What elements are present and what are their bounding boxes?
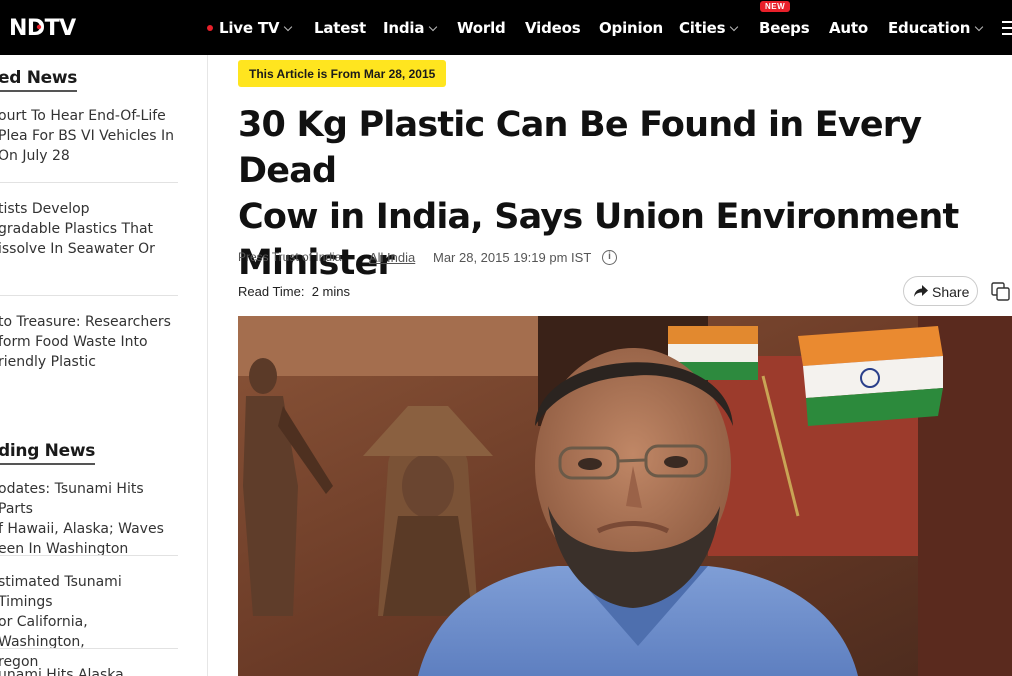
read-time-value: 2 mins: [311, 284, 351, 299]
nav-india[interactable]: India: [383, 19, 438, 37]
item-line: to Treasure: Researchers: [0, 314, 171, 330]
nav-label: Opinion: [599, 19, 664, 37]
nav-label: Auto: [829, 19, 868, 37]
related-news-item[interactable]: to Treasure: Researchers form Food Waste…: [0, 312, 178, 372]
trending-news-item[interactable]: stimated Tsunami Timings or California, …: [0, 572, 178, 672]
divider: [0, 555, 178, 556]
new-badge: NEW: [760, 1, 791, 12]
nav-beeps[interactable]: Beeps: [759, 19, 810, 37]
article-hero-image: [238, 316, 1012, 676]
headline-line: Minister: [238, 243, 395, 283]
trending-news-item[interactable]: unami Hits Alaska: [0, 665, 178, 676]
copy-icon[interactable]: [991, 282, 1011, 302]
item-line: On July 28: [0, 148, 70, 164]
nav-cities[interactable]: Cities: [679, 19, 739, 37]
chevron-down-icon: [284, 22, 293, 32]
share-arrow-icon: [914, 285, 928, 297]
read-time-label: Read Time:: [238, 284, 305, 299]
nav-label: India: [383, 19, 425, 37]
hamburger-menu-icon[interactable]: [1002, 21, 1012, 39]
item-line: ourt To Hear End-Of-Life: [0, 108, 166, 124]
sidebar: ed News ourt To Hear End-Of-Life Plea Fo…: [0, 55, 208, 676]
article-datetime: Mar 28, 2015 19:19 pm IST: [433, 250, 592, 265]
nav-videos[interactable]: Videos: [525, 19, 581, 37]
item-line: or California, Washington,: [0, 614, 88, 650]
nav-latest[interactable]: Latest: [314, 19, 366, 37]
article-headline: 30 Kg Plastic Can Be Found in Every Dead…: [238, 102, 1008, 286]
item-line: issolve In Seawater Or: [0, 241, 155, 257]
article-date-badge: This Article is From Mar 28, 2015: [238, 60, 447, 87]
item-line: tists Develop: [0, 201, 90, 217]
related-news-item[interactable]: ourt To Hear End-Of-Life Plea For BS VI …: [0, 106, 178, 166]
divider: [0, 648, 178, 649]
item-line: unami Hits Alaska: [0, 667, 124, 676]
chevron-down-icon: [730, 22, 739, 32]
related-news-item[interactable]: tists Develop gradable Plastics That iss…: [0, 199, 178, 259]
nav-education[interactable]: Education: [888, 19, 984, 37]
item-line: gradable Plastics That: [0, 221, 154, 237]
nav-label: Cities: [679, 19, 726, 37]
share-button[interactable]: Share: [903, 276, 978, 306]
nav-live-tv[interactable]: Live TV: [207, 19, 293, 37]
item-line: Plea For BS VI Vehicles In: [0, 128, 174, 144]
nav-label: Beeps: [759, 19, 810, 37]
nav-auto[interactable]: Auto: [829, 19, 868, 37]
item-line: f Hawaii, Alaska; Waves: [0, 521, 164, 537]
item-line: stimated Tsunami Timings: [0, 574, 122, 610]
item-line: riendly Plastic: [0, 354, 96, 370]
top-navigation-bar: NDTV Live TV Latest India World Videos O…: [0, 0, 1012, 55]
item-line: odates: Tsunami Hits Parts: [0, 481, 144, 517]
read-time: Read Time: 2 mins: [238, 284, 350, 299]
ndtv-logo[interactable]: NDTV: [9, 14, 103, 40]
share-label: Share: [932, 284, 970, 300]
info-icon[interactable]: i: [602, 250, 617, 265]
nav-world[interactable]: World: [457, 19, 506, 37]
chevron-down-icon: [429, 22, 438, 32]
chevron-down-icon: [974, 22, 984, 32]
divider: [0, 295, 178, 296]
item-line: form Food Waste Into: [0, 334, 148, 350]
related-news-heading: ed News: [0, 68, 77, 92]
nav-label: Latest: [314, 19, 366, 37]
trending-news-heading: ding News: [0, 441, 95, 465]
nav-label: World: [457, 19, 506, 37]
divider: [0, 182, 178, 183]
article-author: Press Trust of India: [238, 250, 342, 264]
item-line: een In Washington: [0, 541, 129, 557]
nav-label: Live TV: [219, 19, 280, 37]
headline-line: Cow in India, Says Union Environment: [238, 197, 959, 237]
trending-news-item[interactable]: odates: Tsunami Hits Parts f Hawaii, Ala…: [0, 479, 178, 559]
headline-line: 30 Kg Plastic Can Be Found in Every Dead: [238, 105, 922, 191]
nav-opinion[interactable]: Opinion: [599, 19, 663, 37]
live-dot-icon: [207, 25, 213, 31]
article-location-link[interactable]: All India: [369, 250, 415, 265]
nav-label: Videos: [525, 19, 581, 37]
svg-text:NDTV: NDTV: [9, 16, 76, 40]
nav-label: Education: [888, 19, 971, 37]
